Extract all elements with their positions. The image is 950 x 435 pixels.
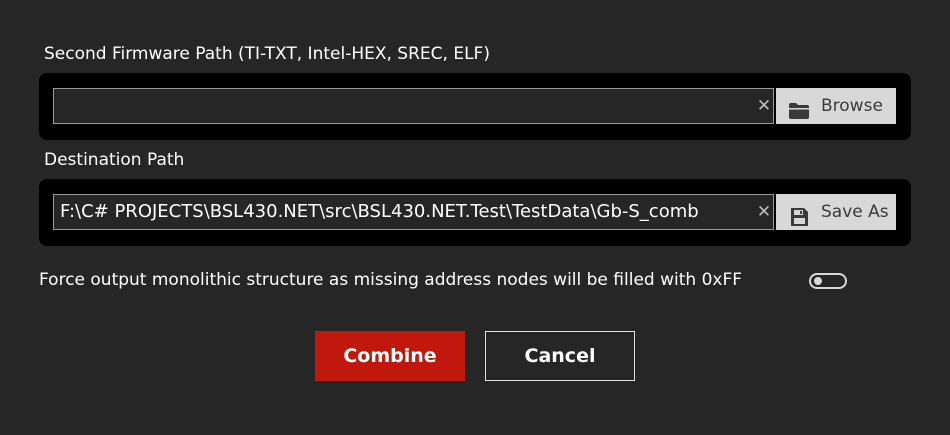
browse-button[interactable]: Browse [776, 88, 896, 124]
clear-destination-button[interactable]: ✕ [754, 194, 774, 230]
second-firmware-label: Second Firmware Path (TI-TXT, Intel-HEX,… [44, 44, 490, 64]
monolithic-toggle[interactable] [809, 273, 847, 289]
save-as-button[interactable]: Save As [776, 194, 896, 230]
cancel-button[interactable]: Cancel [485, 331, 635, 381]
second-firmware-panel: ✕ Browse [39, 73, 911, 140]
destination-label: Destination Path [44, 150, 185, 170]
monolithic-label: Force output monolithic structure as mis… [39, 270, 743, 290]
folder-icon [788, 97, 810, 119]
floppy-disk-icon [788, 203, 810, 226]
save-as-label: Save As [821, 202, 889, 222]
toggle-knob [814, 277, 822, 285]
clear-second-firmware-button[interactable]: ✕ [754, 88, 774, 124]
destination-panel: F:\C# PROJECTS\BSL430.NET\src\BSL430.NET… [39, 179, 911, 246]
second-firmware-input[interactable] [53, 88, 774, 124]
browse-label: Browse [821, 96, 883, 116]
combine-button[interactable]: Combine [315, 331, 465, 381]
destination-input[interactable]: F:\C# PROJECTS\BSL430.NET\src\BSL430.NET… [53, 194, 774, 230]
